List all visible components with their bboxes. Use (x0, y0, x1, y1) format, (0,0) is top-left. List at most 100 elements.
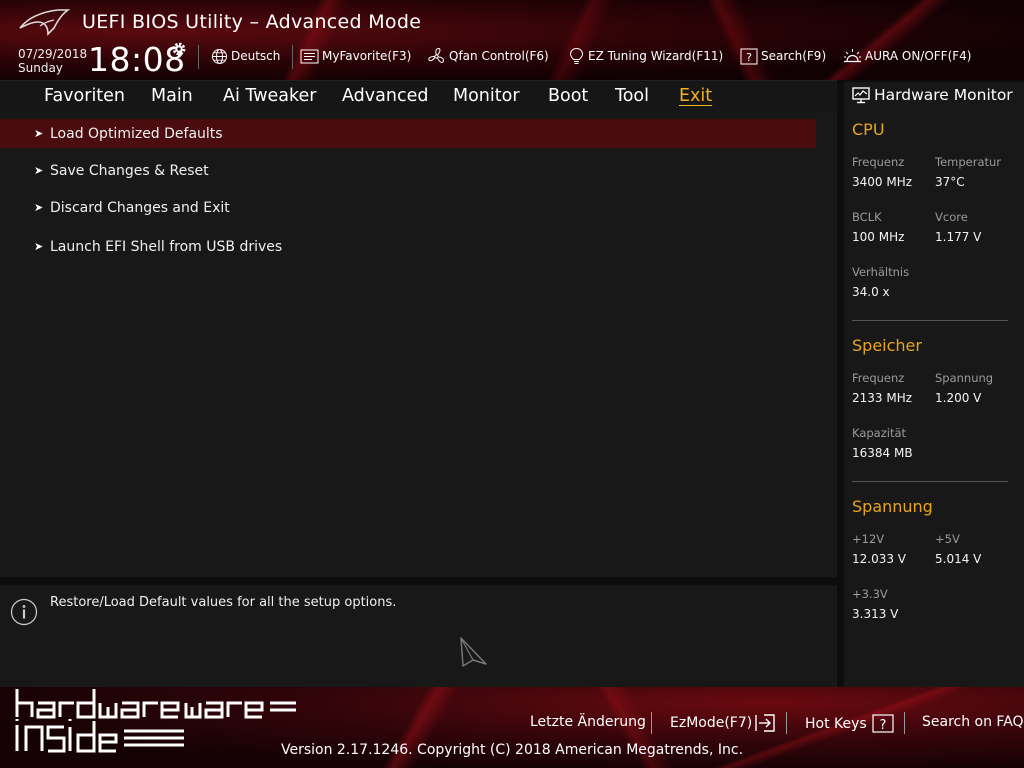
chevron-right-icon: ➤ (34, 164, 44, 177)
copyright-label: Version 2.17.1246. Copyright (C) 2018 Am… (280, 742, 744, 758)
ratio-value: 34.0 x (852, 285, 890, 299)
exit-item-label: Discard Changes and Exit (50, 199, 230, 216)
memory-volt-value: 1.200 V (935, 391, 982, 405)
discard-changes-exit-item[interactable]: ➤ Discard Changes and Exit (0, 193, 816, 222)
section-divider (852, 481, 1008, 482)
question-box-icon: ? (872, 714, 894, 733)
voltage-section-title: Spannung (852, 497, 933, 516)
vcore-label: Vcore (935, 210, 968, 224)
toolbar-divider (198, 45, 199, 69)
app-title: UEFI BIOS Utility – Advanced Mode (82, 11, 422, 33)
copyright-text: Version 2.17.1246. Copyright (C) 2018 Am… (0, 742, 1024, 758)
info-icon (10, 598, 38, 626)
memory-capacity-label: Kapazität (852, 426, 907, 440)
ez-tuning-label: EZ Tuning Wizard(F11) (588, 49, 724, 63)
bclk-value: 100 MHz (852, 230, 905, 244)
mouse-cursor-icon (460, 637, 487, 667)
chevron-right-icon: ➤ (34, 201, 44, 214)
bclk-label: BCLK (852, 210, 882, 224)
fan-icon (428, 47, 444, 63)
svg-text:?: ? (879, 718, 886, 733)
v33-label: +3.3V (852, 587, 888, 601)
tab-ai-tweaker[interactable]: Ai Tweaker (223, 86, 316, 106)
date-text: 07/29/2018 (18, 47, 88, 61)
exit-item-label: Load Optimized Defaults (50, 125, 223, 142)
date-display: 07/29/2018 Sunday (18, 47, 87, 75)
cpu-section-title: CPU (852, 120, 885, 139)
vcore-value: 1.177 V (935, 230, 982, 244)
help-box-icon: ? (740, 48, 758, 64)
launch-efi-shell-item[interactable]: ➤ Launch EFI Shell from USB drives (0, 232, 816, 261)
v12-label: +12V (852, 532, 885, 546)
tab-boot[interactable]: Boot (548, 86, 588, 106)
ezmode-label: EzMode(F7) (670, 715, 753, 731)
tab-advanced[interactable]: Advanced (342, 86, 428, 106)
memory-volt-label: Spannung (935, 371, 994, 385)
exit-item-label: Launch EFI Shell from USB drives (50, 238, 283, 255)
cpu-freq-value: 3400 MHz (852, 175, 913, 189)
favorite-list-icon (300, 49, 319, 63)
section-divider (852, 320, 1008, 321)
toolbar-divider (292, 45, 293, 69)
tab-main[interactable]: Main (151, 86, 193, 106)
search-button[interactable]: ? Search(F9) (740, 45, 826, 67)
language-label: Deutsch (231, 49, 281, 63)
memory-capacity-value: 16384 MB (852, 446, 913, 460)
rog-logo (19, 9, 70, 36)
hardware-monitor-panel: Hardware Monitor CPU Frequenz Temperatur… (844, 82, 1024, 687)
memory-freq-label: Frequenz (852, 371, 905, 385)
gear-icon[interactable] (170, 40, 188, 58)
tab-exit[interactable]: Exit (679, 86, 712, 106)
v33-value: 3.313 V (852, 607, 899, 621)
chevron-right-icon: ➤ (34, 240, 44, 253)
menu-bar: Favoriten Main Ai Tweaker Advanced Monit… (0, 80, 837, 113)
language-button[interactable]: Deutsch (211, 45, 280, 67)
qfan-label: Qfan Control(F6) (449, 49, 549, 63)
globe-icon (212, 48, 227, 64)
exit-options-panel: ➤ Load Optimized Defaults ➤ Save Changes… (0, 113, 837, 577)
exit-item-label: Save Changes & Reset (50, 162, 209, 179)
exit-arrow-icon (755, 714, 775, 732)
hot-keys-label: Hot Keys (805, 715, 867, 732)
v5-label: +5V (935, 532, 960, 546)
search-faq-button[interactable]: Search on FAQ (922, 714, 1024, 730)
footer-divider (651, 712, 652, 734)
footer-divider (904, 712, 905, 734)
memory-section-title: Speicher (852, 336, 922, 355)
help-description: Restore/Load Default values for all the … (50, 595, 397, 610)
save-changes-reset-item[interactable]: ➤ Save Changes & Reset (0, 156, 816, 185)
hardware-monitor-title: Hardware Monitor (852, 86, 1013, 104)
svg-text:?: ? (746, 51, 752, 64)
cpu-freq-label: Frequenz (852, 155, 905, 169)
title-bar: UEFI BIOS Utility – Advanced Mode 07/29/… (0, 0, 1024, 80)
myfavorite-label: MyFavorite(F3) (322, 49, 412, 63)
last-change-button[interactable]: Letzte Änderung (530, 714, 646, 730)
footer-divider (786, 712, 787, 734)
search-label: Search(F9) (761, 49, 827, 63)
chevron-right-icon: ➤ (34, 127, 44, 140)
cpu-temp-value: 37°C (935, 175, 965, 189)
ratio-label: Verhältnis (852, 265, 910, 279)
qfan-control-button[interactable]: Qfan Control(F6) (427, 45, 549, 67)
hot-keys-button[interactable]: Hot Keys ? (805, 714, 894, 733)
hardware-monitor-label: Hardware Monitor (874, 86, 1013, 104)
aura-label: AURA ON/OFF(F4) (865, 49, 972, 63)
bulb-icon (569, 47, 584, 64)
ez-tuning-wizard-button[interactable]: EZ Tuning Wizard(F11) (568, 45, 723, 67)
footer-bar: Letzte Änderung EzMode(F7) Hot Keys ? Se… (0, 687, 1024, 768)
weekday-text: Sunday (18, 61, 63, 75)
tab-tool[interactable]: Tool (615, 86, 649, 106)
help-panel: Restore/Load Default values for all the … (0, 585, 837, 687)
v12-value: 12.033 V (852, 552, 907, 566)
aura-toggle-button[interactable]: AURA ON/OFF(F4) (843, 45, 971, 67)
tab-favoriten[interactable]: Favoriten (44, 86, 125, 106)
tab-monitor[interactable]: Monitor (453, 86, 520, 106)
memory-freq-value: 2133 MHz (852, 391, 913, 405)
load-optimized-defaults-item[interactable]: ➤ Load Optimized Defaults (0, 119, 816, 148)
cpu-temp-label: Temperatur (935, 155, 1002, 169)
myfavorite-button[interactable]: MyFavorite(F3) (300, 45, 411, 67)
aura-icon (844, 48, 861, 62)
monitor-icon (852, 86, 870, 103)
v5-value: 5.014 V (935, 552, 982, 566)
ezmode-button[interactable]: EzMode(F7) (670, 714, 775, 732)
